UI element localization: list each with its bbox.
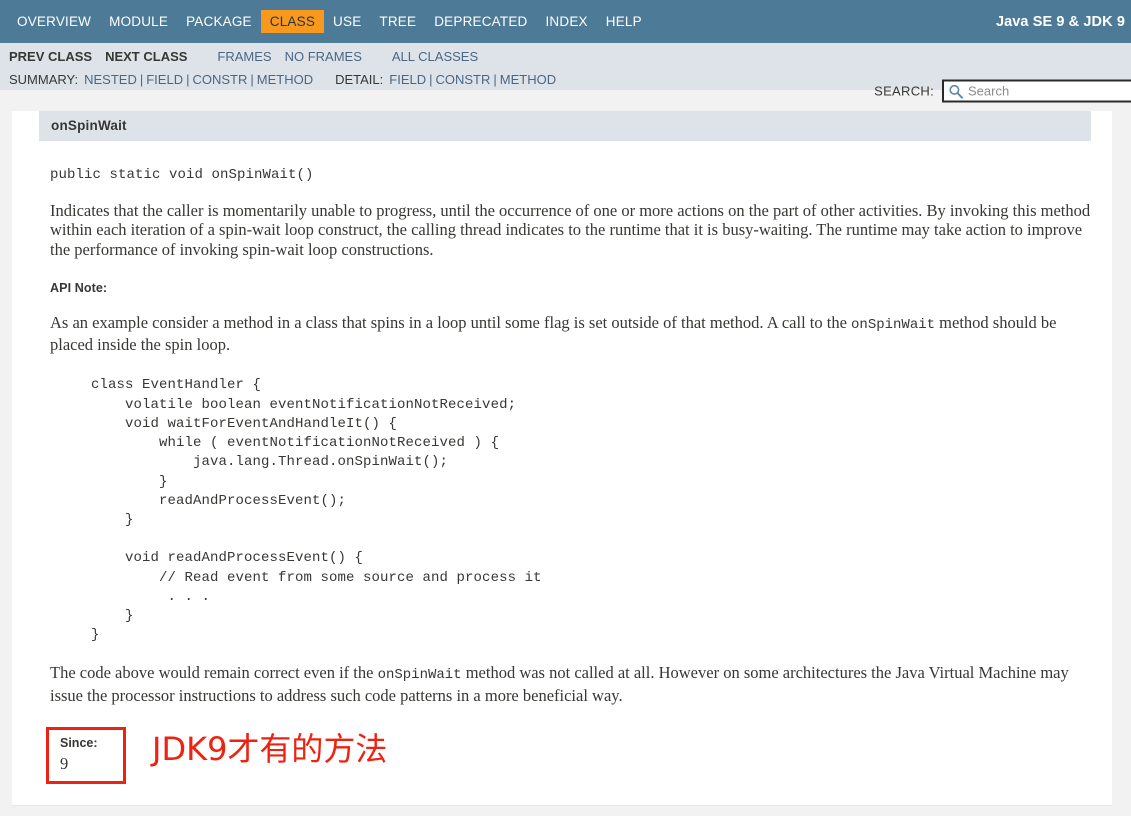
nav-link-index[interactable]: INDEX <box>536 10 596 33</box>
api-note-text: As an example consider a method in a cla… <box>50 313 1091 355</box>
nav-item-class[interactable]: CLASS <box>260 10 325 33</box>
nav-item-use[interactable]: USE <box>324 10 370 33</box>
nav-item-package[interactable]: PACKAGE <box>177 10 261 33</box>
since-section: Since: 9 JDK9才有的方法 <box>39 726 1091 785</box>
nav-link-tree[interactable]: TREE <box>370 10 425 33</box>
doc-title: Java SE 9 & JDK 9 <box>995 13 1125 30</box>
page-area: onSpinWait public static void onSpinWait… <box>0 90 1131 813</box>
search-icon <box>949 84 963 99</box>
summary-label: SUMMARY: <box>9 71 79 87</box>
prev-class-link[interactable]: PREV CLASS <box>9 49 92 64</box>
summary-constr-link[interactable]: CONSTR <box>192 72 247 87</box>
nav-item-overview[interactable]: OVERVIEW <box>8 10 100 33</box>
nav-link-class[interactable]: CLASS <box>260 10 325 33</box>
since-label: Since: <box>60 735 98 750</box>
detail-field-link[interactable]: FIELD <box>389 72 426 87</box>
separator: | <box>429 71 433 87</box>
closing-inline-code: onSpinWait <box>377 667 462 684</box>
nav-link-help[interactable]: HELP <box>597 10 651 33</box>
api-note-label: API Note: <box>50 280 108 295</box>
detail-method-link[interactable]: METHOD <box>500 72 556 87</box>
all-classes-link[interactable]: ALL CLASSES <box>392 49 478 64</box>
since-highlight-box: Since: 9 <box>46 726 126 784</box>
summary-nested-link[interactable]: NESTED <box>84 72 137 87</box>
search-input[interactable] <box>964 83 1131 99</box>
nav-link-use[interactable]: USE <box>324 10 370 33</box>
method-signature: public static void onSpinWait() <box>50 167 314 183</box>
nav-item-tree[interactable]: TREE <box>370 10 425 33</box>
search-area: SEARCH: <box>874 79 1131 103</box>
nav-item-deprecated[interactable]: DEPRECATED <box>425 10 536 33</box>
nav-link-module[interactable]: MODULE <box>100 10 177 33</box>
content-container: onSpinWait public static void onSpinWait… <box>12 111 1112 806</box>
sub-nav-row-links: PREV CLASS NEXT CLASS FRAMES NO FRAMES A… <box>0 43 1131 67</box>
closing-text-before: The code above would remain correct even… <box>50 663 378 683</box>
search-label: SEARCH: <box>874 83 934 99</box>
summary-method-link[interactable]: METHOD <box>257 72 313 87</box>
annotation-text: JDK9才有的方法 <box>152 729 388 768</box>
summary-field-link[interactable]: FIELD <box>146 72 183 87</box>
nav-link-overview[interactable]: OVERVIEW <box>8 10 100 33</box>
separator: | <box>250 71 254 87</box>
closing-paragraph: The code above would remain correct even… <box>50 663 1091 705</box>
no-frames-link[interactable]: NO FRAMES <box>285 49 362 64</box>
separator: | <box>493 71 497 87</box>
member-name-header: onSpinWait <box>39 111 1091 141</box>
nav-link-deprecated[interactable]: DEPRECATED <box>425 10 536 33</box>
bottom-spacer <box>39 785 1091 803</box>
api-note-text-before: As an example consider a method in a cla… <box>50 312 852 332</box>
api-note-inline-code: onSpinWait <box>851 316 936 333</box>
method-detail-block: onSpinWait public static void onSpinWait… <box>12 111 1112 803</box>
nav-link-package[interactable]: PACKAGE <box>177 10 261 33</box>
nav-item-module[interactable]: MODULE <box>100 10 177 33</box>
member-body: public static void onSpinWait() Indicate… <box>12 167 1112 803</box>
top-nav-list: OVERVIEW MODULE PACKAGE CLASS USE TREE D… <box>8 10 651 33</box>
detail-constr-link[interactable]: CONSTR <box>436 72 491 87</box>
search-box[interactable] <box>942 79 1131 103</box>
separator: | <box>186 71 190 87</box>
nav-item-help[interactable]: HELP <box>597 10 651 33</box>
next-class-link[interactable]: NEXT CLASS <box>105 49 187 64</box>
detail-label: DETAIL: <box>335 71 384 87</box>
method-description: Indicates that the caller is momentarily… <box>50 201 1091 259</box>
code-example: class EventHandler { volatile boolean ev… <box>91 377 542 644</box>
since-value: 9 <box>60 753 69 773</box>
frames-link[interactable]: FRAMES <box>217 49 271 64</box>
nav-item-index[interactable]: INDEX <box>536 10 596 33</box>
sub-navigation-bar: PREV CLASS NEXT CLASS FRAMES NO FRAMES A… <box>0 43 1131 103</box>
separator: | <box>139 71 144 87</box>
top-navigation-bar: OVERVIEW MODULE PACKAGE CLASS USE TREE D… <box>0 0 1131 43</box>
